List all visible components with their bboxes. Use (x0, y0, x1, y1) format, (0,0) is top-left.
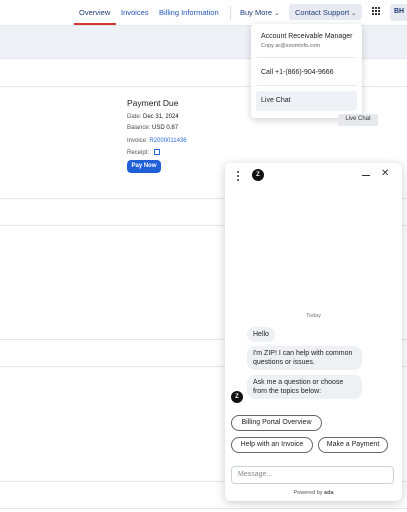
chevron-down-icon: ⌄ (274, 11, 280, 17)
chat-message: Hello (247, 327, 275, 342)
ar-manager-email[interactable]: Copy ar@zoominfo.com (261, 43, 320, 49)
divider (0, 508, 407, 509)
chip-make-a-payment[interactable]: Make a Payment (318, 437, 388, 453)
invoice-link[interactable]: R2000011436 (149, 138, 186, 144)
ar-manager-title[interactable]: Account Receivable Manager (261, 33, 352, 40)
powered-by: Powered by ada (225, 490, 402, 496)
contact-support-button[interactable]: Contact Support ⌄ (289, 4, 362, 20)
date-value: Dec 31, 2024 (143, 114, 179, 120)
live-chat-tooltip: Live Chat (338, 114, 378, 126)
active-tab-indicator (74, 23, 116, 25)
chat-date-separator: Today (306, 313, 321, 319)
buy-more-label: Buy More (240, 8, 273, 17)
zip-logo: Z (252, 169, 264, 181)
pay-now-button[interactable]: Pay Now (127, 160, 161, 173)
ada-logo: ada (324, 490, 334, 496)
avatar[interactable]: BH (390, 4, 407, 21)
tab-billing-information[interactable]: Billing Information (159, 8, 219, 17)
chip-help-with-invoice[interactable]: Help with an Invoice (231, 437, 313, 453)
payment-invoice: Invoice: R2000011436 (127, 138, 187, 144)
tab-overview[interactable]: Overview (79, 8, 110, 17)
buy-more-button[interactable]: Buy More ⌄ (240, 8, 279, 17)
chat-message: Ask me a question or choose from the top… (247, 375, 362, 399)
dropdown-divider (257, 57, 356, 58)
payment-receipt: Receipt: (127, 149, 160, 156)
receipt-label: Receipt: (127, 150, 150, 156)
balance-label: Balance: (127, 125, 151, 131)
more-vert-icon[interactable] (237, 171, 240, 181)
top-nav: Overview Invoices Billing Information Bu… (0, 0, 407, 26)
chevron-down-icon: ⌄ (351, 11, 357, 17)
minimize-icon[interactable] (362, 175, 370, 176)
chat-message: I'm ZIP! I can help with common question… (247, 346, 362, 370)
contact-support-label: Contact Support (295, 8, 350, 17)
balance-value: USD 0.87 (152, 125, 179, 131)
tab-invoices[interactable]: Invoices (121, 8, 149, 17)
live-chat-item[interactable]: Live Chat (256, 91, 357, 111)
apps-grid-icon[interactable] (372, 7, 381, 16)
chat-widget: Z ✕ Today Hello I'm ZIP! I can help with… (225, 163, 402, 501)
dropdown-divider (257, 85, 356, 86)
payment-due-title: Payment Due (127, 98, 179, 108)
payment-date: Date: Dec 31, 2024 (127, 114, 179, 120)
bot-avatar: Z (231, 391, 243, 403)
date-label: Date: (127, 114, 142, 120)
powered-by-label: Powered by (293, 490, 323, 496)
nav-divider (230, 6, 231, 20)
close-icon[interactable]: ✕ (381, 168, 389, 179)
call-support-item[interactable]: Call +1-(866)-904-9666 (261, 69, 334, 76)
contact-support-dropdown: Account Receivable Manager Copy ar@zoomi… (251, 24, 362, 118)
message-input[interactable]: Message... (231, 466, 394, 484)
external-link-icon[interactable] (153, 149, 160, 155)
payment-balance: Balance: USD 0.87 (127, 125, 178, 131)
invoice-label: Invoice: (127, 138, 148, 144)
chip-billing-portal-overview[interactable]: Billing Portal Overview (231, 415, 322, 431)
